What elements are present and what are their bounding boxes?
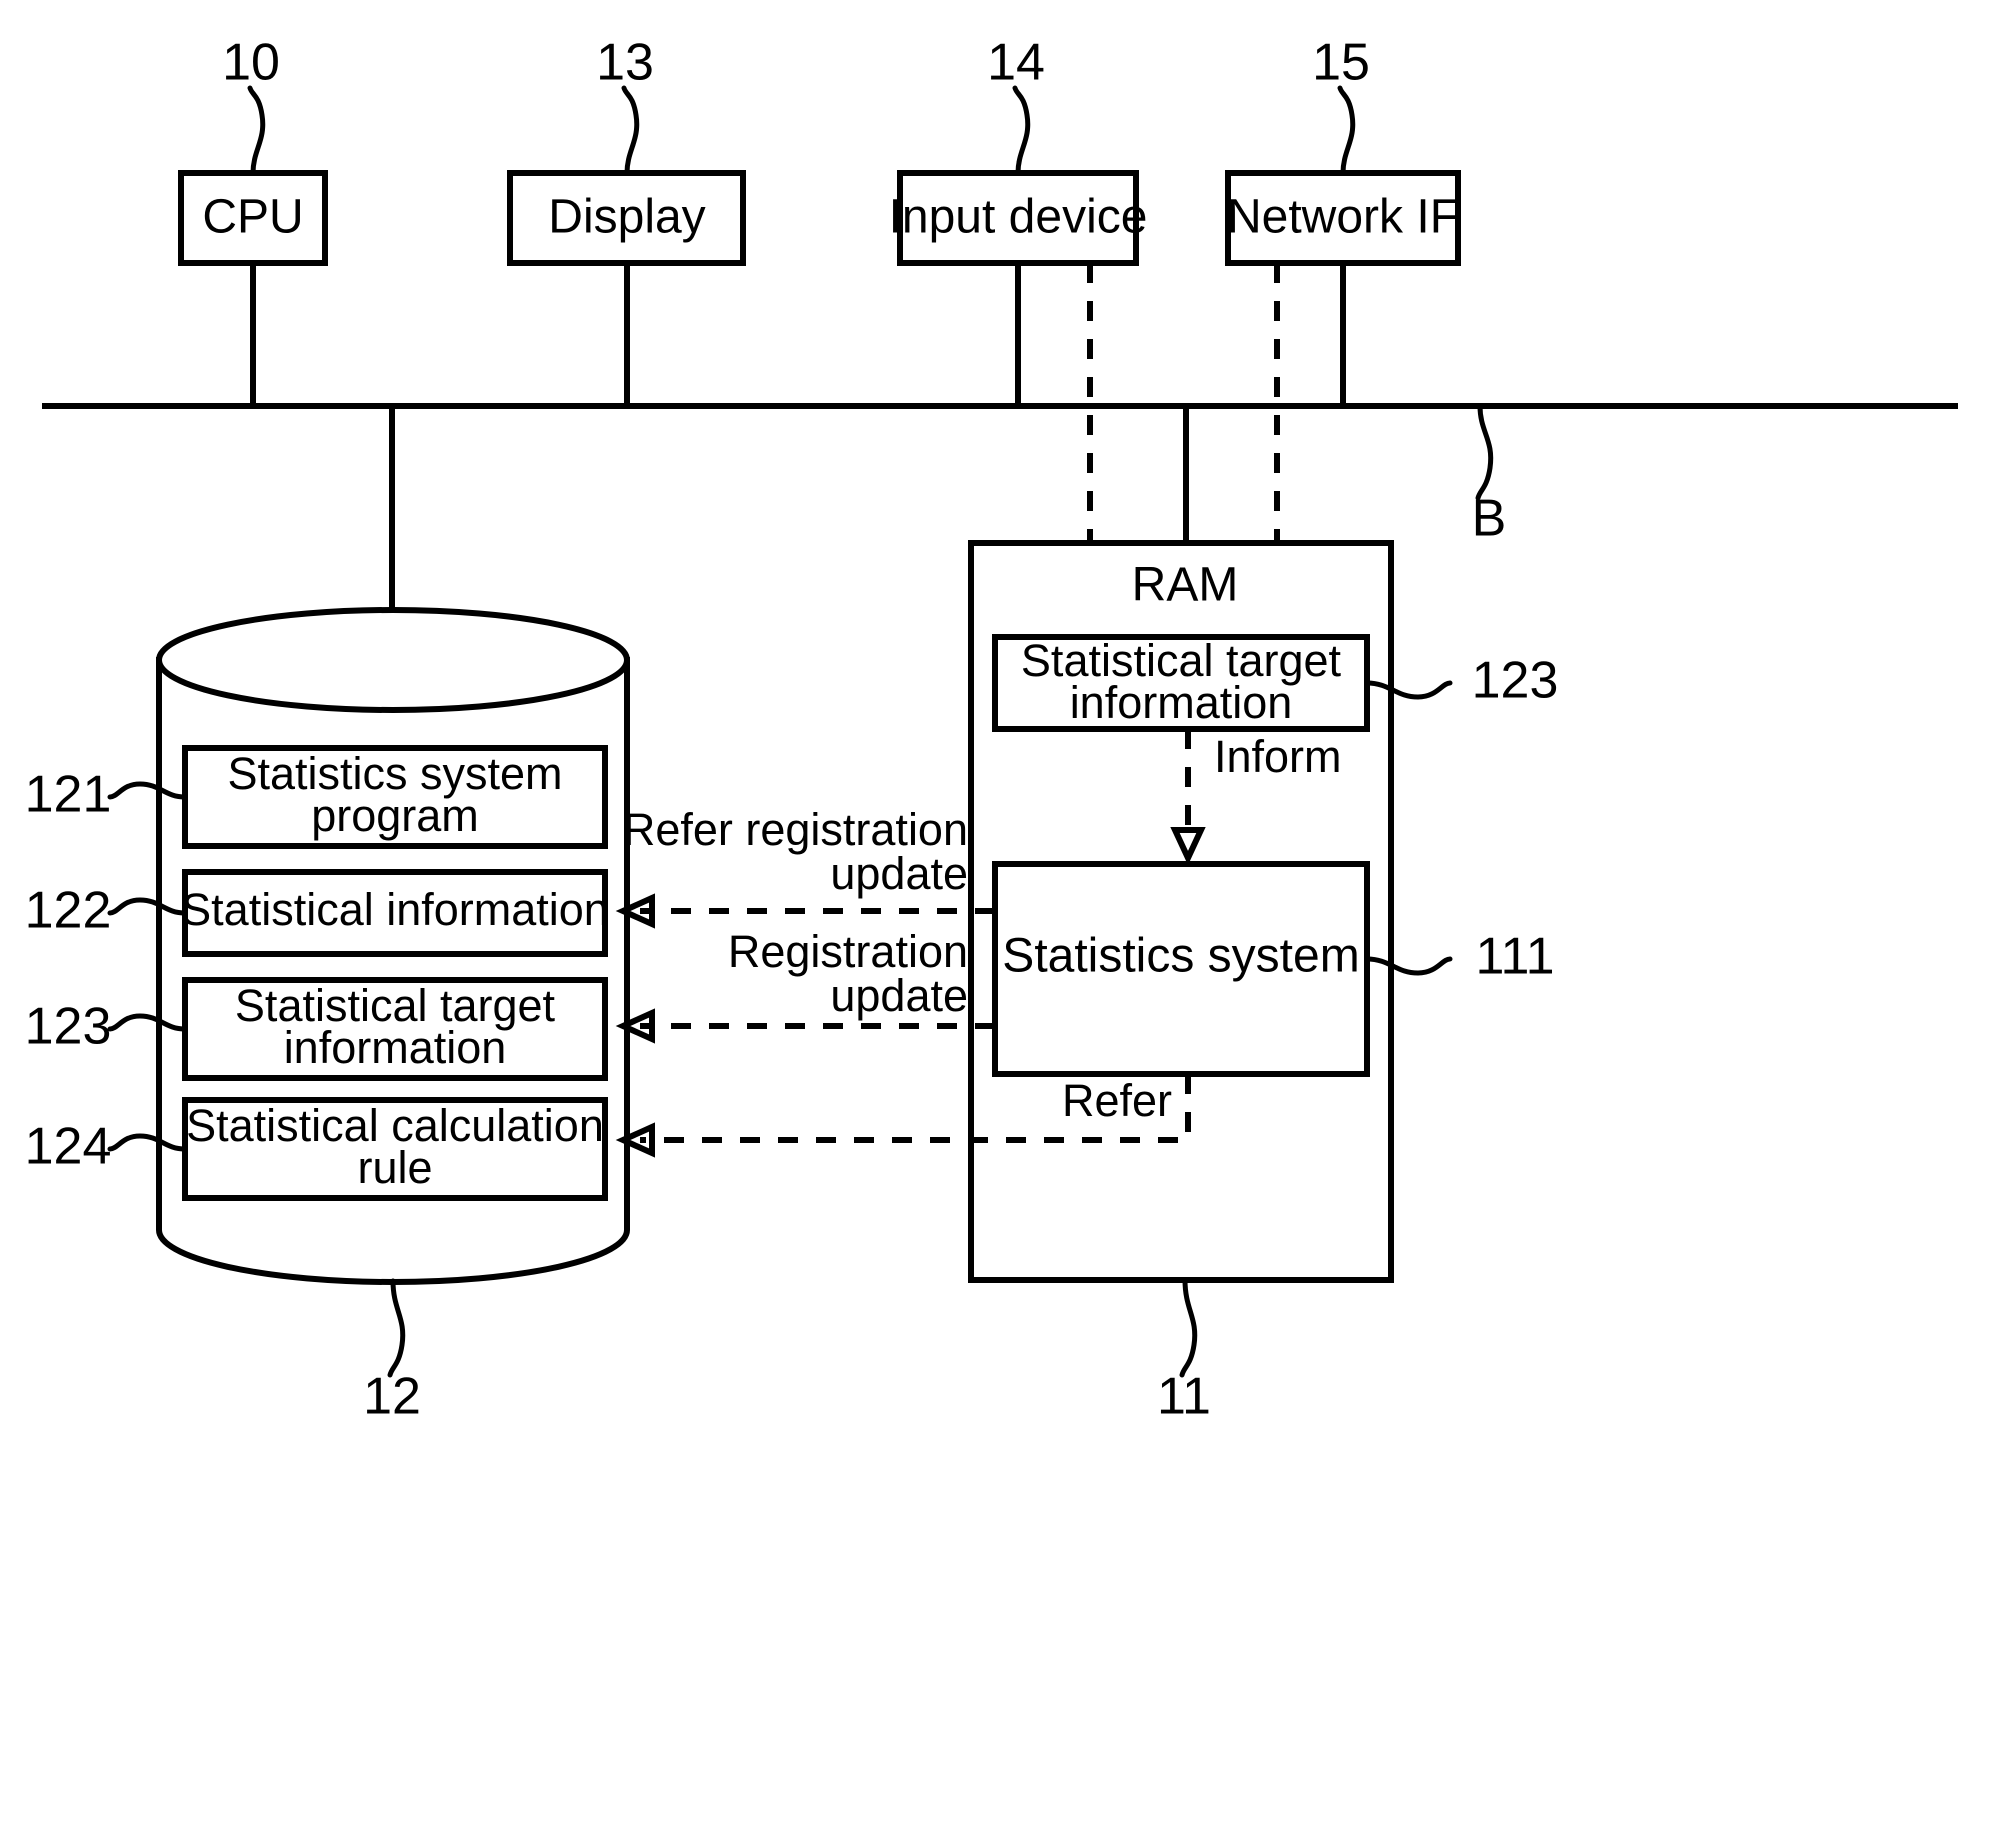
- storage-item-124: Statistical calculation rule 124: [25, 1097, 608, 1201]
- patent-diagram: CPU 10 Display 13 Input device 14 Networ…: [25, 34, 1958, 1426]
- refer-registration-update-label-line2: update: [830, 848, 968, 899]
- ram-target-info-label-line2: information: [1070, 677, 1293, 728]
- component-display: Display 13: [507, 34, 746, 266]
- storage-ref-number: 12: [363, 1368, 421, 1426]
- ram-statistics-system-label: Statistics system: [1002, 930, 1359, 983]
- storage-leader-line: [387, 1278, 406, 1378]
- display-label: Display: [548, 191, 705, 244]
- storage-item-123: Statistical target information 123: [25, 977, 608, 1081]
- storage-item-124-ref: 124: [25, 1118, 112, 1176]
- ram-leader-line: [1179, 1277, 1198, 1378]
- display-ref-number: 13: [596, 34, 654, 92]
- cpu-label: CPU: [202, 191, 303, 244]
- ram-statistics-system-ref: 111: [1475, 928, 1554, 986]
- storage-cylinder-top: [156, 607, 630, 713]
- storage-item-121: Statistics system program 121: [25, 745, 608, 849]
- cpu-leader-line: [247, 85, 266, 176]
- component-cpu: CPU 10: [178, 34, 328, 266]
- network-if-ref-number: 15: [1312, 34, 1370, 92]
- network-if-label: Network IF: [1227, 191, 1459, 244]
- ram-ref-number: 11: [1157, 1368, 1211, 1426]
- storage-item-123-ref: 123: [25, 998, 112, 1056]
- registration-update-flow: Registration update: [615, 926, 995, 1044]
- network-if-leader-line: [1337, 85, 1356, 176]
- inform-label: Inform: [1214, 731, 1342, 782]
- statistical-calculation-rule-label-line2: rule: [357, 1142, 432, 1193]
- input-device-label: Input device: [889, 191, 1148, 244]
- registration-update-label-line2: update: [830, 970, 968, 1021]
- component-input-device: Input device 14: [889, 34, 1148, 266]
- figure-canvas: CPU 10 Display 13 Input device 14 Networ…: [0, 0, 2005, 1826]
- storage-item-122: Statistical information 122: [25, 869, 609, 957]
- ram-statistics-system: Statistics system 111: [992, 861, 1555, 1077]
- ram-target-info-ref: 123: [1472, 652, 1559, 710]
- display-leader-line: [621, 85, 640, 176]
- bus-leader-line: [1475, 403, 1494, 501]
- statistics-system-program-label-line2: program: [311, 790, 479, 841]
- storage-statistical-target-information-label-line2: information: [284, 1022, 507, 1073]
- cpu-ref-number: 10: [222, 34, 280, 92]
- ram-title: RAM: [1132, 559, 1239, 612]
- ram-statistical-target-information: Statistical target information 123: [992, 634, 1559, 732]
- refer-label: Refer: [1062, 1075, 1172, 1126]
- bus-label: B: [1472, 490, 1507, 548]
- storage-item-122-ref: 122: [25, 882, 112, 940]
- input-device-leader-line: [1012, 85, 1031, 176]
- component-network-if: Network IF 15: [1225, 34, 1461, 266]
- system-bus: B: [42, 403, 1958, 548]
- refer-registration-update-flow: Refer registration update: [615, 804, 995, 929]
- storage-item-121-ref: 121: [25, 766, 112, 824]
- statistical-information-label: Statistical information: [181, 884, 609, 935]
- input-device-ref-number: 14: [987, 34, 1045, 92]
